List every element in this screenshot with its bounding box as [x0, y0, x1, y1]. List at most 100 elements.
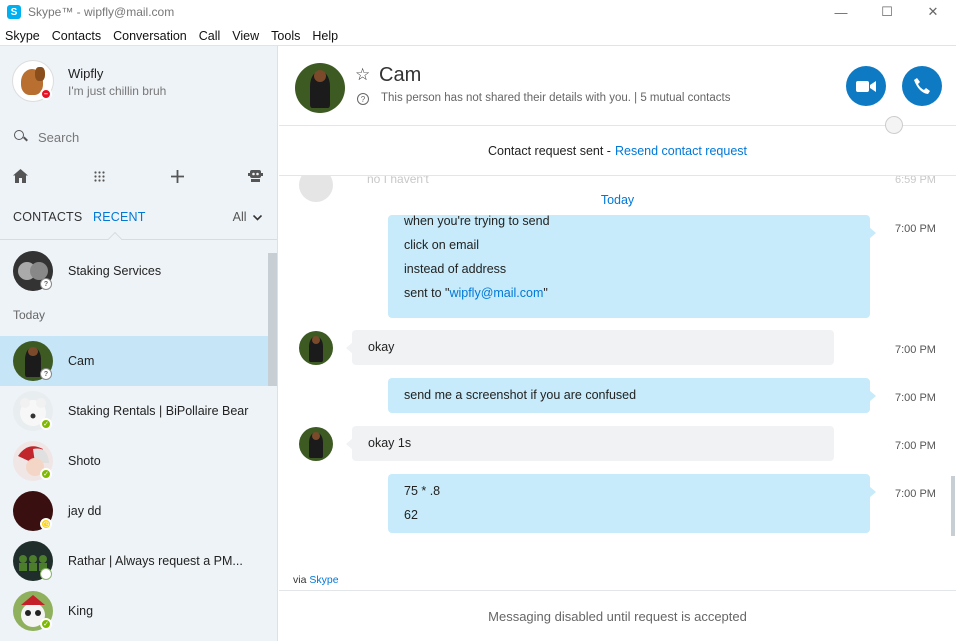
home-icon[interactable]: [8, 164, 32, 188]
audio-call-button[interactable]: [902, 66, 942, 106]
message-line: okay: [368, 340, 395, 354]
offline-status-icon: [40, 568, 52, 580]
outgoing-message[interactable]: 75 * .8 62: [388, 474, 876, 533]
close-button[interactable]: ✕: [910, 0, 956, 24]
window-title: Skype™ - wipfly@mail.com: [28, 5, 175, 19]
chat-subtitle: This person has not shared their details…: [381, 92, 731, 104]
resend-request-link[interactable]: Resend contact request: [615, 144, 747, 158]
search-input[interactable]: [38, 129, 258, 145]
dnd-status-icon[interactable]: –: [40, 88, 52, 100]
profile-panel[interactable]: – Wipfly I'm just chillin bruh: [0, 46, 277, 118]
unknown-status-icon: ?: [40, 368, 52, 380]
profile-name: Wipfly: [68, 66, 104, 81]
contact-row[interactable]: ✓ Shoto: [0, 436, 268, 486]
phone-icon: [914, 78, 930, 94]
filter-label: All: [232, 210, 247, 224]
menu-bar: Skype Contacts Conversation Call View To…: [0, 26, 344, 45]
avatar-face-shape: [28, 346, 38, 357]
via-prefix: via: [293, 574, 307, 586]
menu-skype[interactable]: Skype: [0, 29, 46, 43]
avatar-face-shape: [311, 335, 321, 344]
menu-help[interactable]: Help: [306, 29, 344, 43]
online-status-icon: ✓: [40, 618, 52, 630]
menu-contacts[interactable]: Contacts: [46, 29, 107, 43]
menu-conversation[interactable]: Conversation: [107, 29, 193, 43]
outgoing-message[interactable]: when you're trying to send click on emai…: [388, 214, 876, 318]
sender-avatar[interactable]: [299, 331, 333, 365]
faded-message-text: no I haven't: [367, 176, 429, 186]
message-line: click on email: [404, 238, 480, 252]
online-status-icon: ✓: [40, 468, 52, 480]
section-today-label: Today: [13, 308, 46, 322]
contact-row[interactable]: Rathar | Always request a PM...: [0, 536, 268, 586]
dialpad-icon[interactable]: [87, 164, 111, 188]
menu-tools[interactable]: Tools: [265, 29, 306, 43]
online-status-icon: ✓: [40, 418, 52, 430]
contact-row-selected[interactable]: ? Cam: [0, 336, 268, 386]
tab-contacts[interactable]: CONTACTS: [13, 210, 82, 224]
message-line: okay 1s: [368, 436, 412, 450]
contact-name: Rathar | Always request a PM...: [68, 554, 243, 568]
tab-recent[interactable]: RECENT: [93, 210, 146, 224]
search-icon: [14, 130, 28, 144]
message-time: 7:00 PM: [895, 344, 936, 356]
message-time: 7:00 PM: [895, 392, 936, 404]
message-line: when you're trying to send: [404, 214, 550, 228]
contact-row[interactable]: ✓ King: [0, 586, 268, 636]
message-time: 7:00 PM: [895, 440, 936, 452]
avatar-face-shape: [314, 70, 326, 82]
messaging-disabled-notice: Messaging disabled until request is acce…: [488, 609, 747, 624]
contact-name: Cam: [68, 354, 95, 368]
quick-actions: [0, 164, 277, 188]
menu-view[interactable]: View: [226, 29, 265, 43]
contact-row[interactable]: ✓ Staking Rentals | BiPollaire Bear: [0, 386, 268, 436]
chat-header: ☆ Cam ? This person has not shared their…: [279, 46, 956, 134]
contact-row[interactable]: ? Staking Services: [0, 246, 268, 296]
video-call-button[interactable]: [846, 66, 886, 106]
bot-icon[interactable]: [243, 164, 267, 188]
skype-logo-icon: S: [7, 5, 21, 19]
contact-name: jay dd: [68, 504, 102, 518]
filter-dropdown[interactable]: All: [232, 210, 263, 224]
away-status-icon: ◷: [40, 518, 52, 530]
video-camera-icon: [856, 80, 876, 92]
chat-contact-avatar[interactable]: [295, 63, 345, 113]
message-line: send me a screenshot if you are confused: [404, 388, 637, 402]
question-icon: ?: [357, 93, 369, 105]
contact-name: Staking Services: [68, 264, 162, 278]
incoming-message[interactable]: okay 1s: [346, 426, 834, 461]
message-line: 62: [404, 508, 418, 522]
incoming-message[interactable]: okay: [346, 330, 834, 365]
outgoing-message[interactable]: send me a screenshot if you are confused: [388, 378, 876, 413]
add-icon[interactable]: [165, 164, 189, 188]
contact-list-scrollbar[interactable]: [268, 253, 277, 386]
avatar-face-shape: [311, 431, 321, 440]
favorite-star-icon[interactable]: ☆: [355, 65, 370, 85]
message-line: instead of address: [404, 262, 507, 276]
message-text: ": [543, 286, 548, 300]
maximize-button[interactable]: ☐: [864, 0, 910, 24]
profile-mood[interactable]: I'm just chillin bruh: [68, 84, 166, 98]
minimize-button[interactable]: —: [818, 0, 864, 24]
search-bar: [0, 124, 277, 150]
date-separator: Today: [600, 193, 635, 207]
tabs-divider: [0, 239, 277, 240]
conversation-panel: ☆ Cam ? This person has not shared their…: [279, 46, 956, 641]
message-scrollbar[interactable]: [951, 476, 955, 536]
email-link[interactable]: wipfly@mail.com: [449, 286, 543, 300]
message-list[interactable]: no I haven't 6:59 PM Today when you're t…: [279, 176, 956, 581]
message-time: 7:00 PM: [895, 488, 936, 500]
contact-name: Staking Rentals | BiPollaire Bear: [68, 404, 249, 418]
chevron-down-icon: [252, 214, 263, 221]
sidebar: – Wipfly I'm just chillin bruh CONTACTS …: [0, 46, 278, 641]
contact-tabs: CONTACTS RECENT All: [0, 206, 277, 230]
contact-name: Shoto: [68, 454, 101, 468]
menu-call[interactable]: Call: [193, 29, 227, 43]
tab-indicator: [107, 231, 123, 247]
dog-ear: [35, 67, 45, 81]
message-time: 7:00 PM: [895, 223, 936, 235]
contact-name: King: [68, 604, 94, 618]
via-skype-link[interactable]: Skype: [309, 574, 338, 586]
contact-row[interactable]: ◷ jay dd: [0, 486, 268, 536]
sender-avatar[interactable]: [299, 427, 333, 461]
